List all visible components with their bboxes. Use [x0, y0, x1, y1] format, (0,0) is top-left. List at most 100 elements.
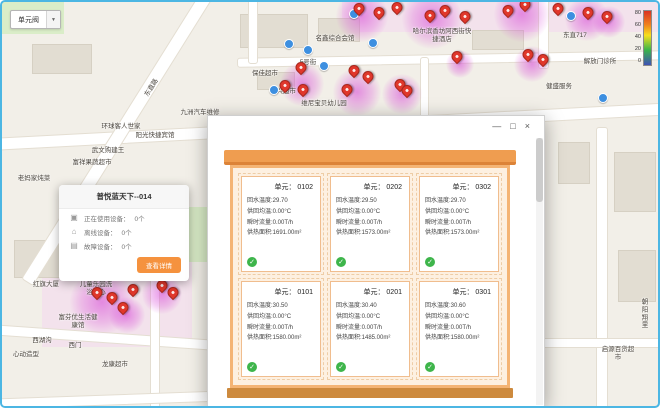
cabinet-base-bar — [227, 388, 513, 398]
poi-marker-icon — [319, 61, 329, 71]
app-window: 名鑫综合会馆哈尔滨香坊阿西街快捷酒店东直717解放门诊所健盛服务保佳超市亿兴超市… — [0, 0, 660, 408]
status-ok-icon: ✓ — [425, 257, 435, 267]
unit-metric: 供热面积:1573.00m² — [336, 228, 404, 239]
chevron-down-icon[interactable]: ▼ — [46, 11, 60, 28]
modal-window-controls: — □ × — [492, 122, 530, 131]
modal-scrollbar-thumb[interactable] — [536, 138, 543, 202]
map-poi-label: 启源百货超市 — [601, 346, 635, 362]
building-block — [32, 44, 92, 74]
legend-tick-label: 0 — [635, 58, 641, 64]
status-ok-icon: ✓ — [247, 257, 257, 267]
unit-metric: 回水温度:30.60 — [425, 301, 493, 312]
unit-metric: 回水温度:30.50 — [247, 301, 315, 312]
map-poi-label: 健盛服务 — [546, 83, 572, 91]
poi-marker-icon — [303, 45, 313, 55]
map-poi-label: 龙康超市 — [102, 361, 128, 369]
tooltip-stat-row: ▣ 正在使用设备： 0个 — [59, 209, 189, 223]
unit-metric: 供回均温:0.00°C — [425, 207, 493, 218]
legend-tick-label: 60 — [635, 22, 641, 28]
unit-metric: 瞬时流量:0.00T/h — [336, 218, 404, 229]
close-button[interactable]: × — [525, 122, 530, 131]
unit-grid: 单元： 0102回水温度:29.70供回均温:0.00°C瞬时流量:0.00T/… — [230, 165, 510, 388]
map-poi-label: 东直717 — [563, 32, 587, 40]
unit-metric: 瞬时流量:0.00T/h — [425, 218, 493, 229]
tooltip-stat-value: 0个 — [122, 241, 132, 251]
tooltip-stat-label: 正在使用设备： — [84, 213, 130, 223]
unit-metric: 供热面积:1691.00m² — [247, 228, 315, 239]
view-details-button[interactable]: 查看详情 — [137, 257, 181, 273]
status-ok-icon: ✓ — [336, 362, 346, 372]
map-poi-label: 阳光快捷宾馆 — [136, 132, 175, 140]
map-poi-label: 环球客人世家 — [102, 123, 141, 131]
unit-card[interactable]: 单元： 0201回水温度:30.40供回均温:0.00°C瞬时流量:0.00T/… — [330, 281, 410, 377]
unit-metric: 瞬时流量:0.00T/h — [336, 323, 404, 334]
unit-metric: 回水温度:29.70 — [425, 196, 493, 207]
unit-metric: 回水温度:29.50 — [336, 196, 404, 207]
unit-metric: 瞬时流量:0.00T/h — [247, 323, 315, 334]
poi-marker-icon — [284, 39, 294, 49]
unit-card[interactable]: 单元： 0101回水温度:30.50供回均温:0.00°C瞬时流量:0.00T/… — [241, 281, 321, 377]
unit-metric: 瞬时流量:0.00T/h — [247, 218, 315, 229]
minimize-button[interactable]: — — [492, 122, 501, 131]
building-block — [558, 142, 590, 184]
tooltip-stat-row: ▤ 故障设备： 0个 — [59, 237, 189, 251]
status-ok-icon: ✓ — [336, 257, 346, 267]
map-poi-label: 富祥果蔬超市 — [73, 159, 112, 167]
map-poi-label: 西湖沟 — [32, 337, 52, 345]
map-poi-label: 名鑫综合会馆 — [316, 35, 355, 43]
poi-marker-icon — [269, 85, 279, 95]
map-poi-label: 红旗大厦 — [33, 281, 59, 289]
unit-card[interactable]: 单元： 0202回水温度:29.50供回均温:0.00°C瞬时流量:0.00T/… — [330, 176, 410, 272]
tooltip-stat-row: ⌂离线设备：0个 — [59, 223, 189, 237]
building-block — [614, 152, 656, 212]
unit-cabinet: 单元： 0102回水温度:29.70供回均温:0.00°C瞬时流量:0.00T/… — [224, 150, 516, 398]
home-icon: ⌂ — [69, 228, 79, 236]
unit-card[interactable]: 单元： 0102回水温度:29.70供回均温:0.00°C瞬时流量:0.00T/… — [241, 176, 321, 272]
station-title: 普悦蓝天下--014 — [59, 185, 189, 209]
device-icon: ▣ — [69, 214, 79, 222]
map-poi-label: 朝阳翔里 — [639, 298, 651, 329]
device-type-select[interactable]: 单元阀 ▼ — [10, 10, 61, 29]
unit-id: 单元： 0102 — [247, 181, 315, 196]
map-poi-label: 心动造型 — [13, 351, 39, 359]
poi-marker-icon — [566, 11, 576, 21]
map-poi-label: 解放门诊所 — [584, 58, 617, 66]
unit-metric: 供回均温:0.00°C — [425, 312, 493, 323]
unit-id: 单元： 0101 — [247, 286, 315, 301]
legend-tick-label: 80 — [635, 10, 641, 16]
unit-metric: 供热面积:1573.00m² — [425, 228, 493, 239]
unit-metric: 供回均温:0.00°C — [336, 312, 404, 323]
map-poi-label: 哈尔滨香坊阿西街快捷酒店 — [411, 28, 473, 44]
road — [596, 127, 608, 408]
unit-id: 单元： 0301 — [425, 286, 493, 301]
maximize-button[interactable]: □ — [510, 122, 515, 131]
unit-metric: 供热面积:1485.00m² — [336, 333, 404, 344]
legend-tick-label: 20 — [635, 46, 641, 52]
unit-card[interactable]: 单元： 0302回水温度:29.70供回均温:0.00°C瞬时流量:0.00T/… — [419, 176, 499, 272]
device-type-label: 单元阀 — [11, 15, 46, 25]
modal-scrollbar[interactable] — [536, 138, 543, 405]
tooltip-stat-label: 故障设备： — [84, 241, 117, 251]
station-tooltip: 普悦蓝天下--014 ▣正在使用设备：0个⌂离线设备：0个▤故障设备：0个 查看… — [59, 185, 189, 281]
tooltip-stat-value: 0个 — [122, 227, 132, 237]
unit-detail-modal: —□× 单元： 0102回水温度:29.70供回均温:0.00°C瞬时流量:0.… — [207, 115, 545, 407]
unit-metric: 瞬时流量:0.00T/h — [425, 323, 493, 334]
poi-marker-icon — [598, 93, 608, 103]
unit-id: 单元： 0201 — [336, 286, 404, 301]
status-ok-icon: ✓ — [425, 362, 435, 372]
map-poi-label: 老妈家炖菜 — [18, 175, 51, 183]
unit-metric: 供回均温:0.00°C — [247, 312, 315, 323]
map-poi-label: 富芬优生活健康馆 — [57, 314, 99, 330]
tooltip-stat-value: 0个 — [135, 213, 145, 223]
unit-metric: 回水温度:30.40 — [336, 301, 404, 312]
unit-card[interactable]: 单元： 0301回水温度:30.60供回均温:0.00°C瞬时流量:0.00T/… — [419, 281, 499, 377]
trash-icon: ▤ — [69, 242, 79, 250]
unit-id: 单元： 0302 — [425, 181, 493, 196]
legend-ticks: 806040200 — [635, 10, 641, 64]
unit-metric: 回水温度:29.70 — [247, 196, 315, 207]
legend-gradient-bar — [643, 10, 652, 66]
unit-metric: 供热面积:1580.00m² — [425, 333, 493, 344]
map-poi-label: 西门 — [69, 342, 82, 350]
unit-metric: 供回均温:0.00°C — [336, 207, 404, 218]
map-poi-label: 保佳超市 — [252, 70, 278, 78]
